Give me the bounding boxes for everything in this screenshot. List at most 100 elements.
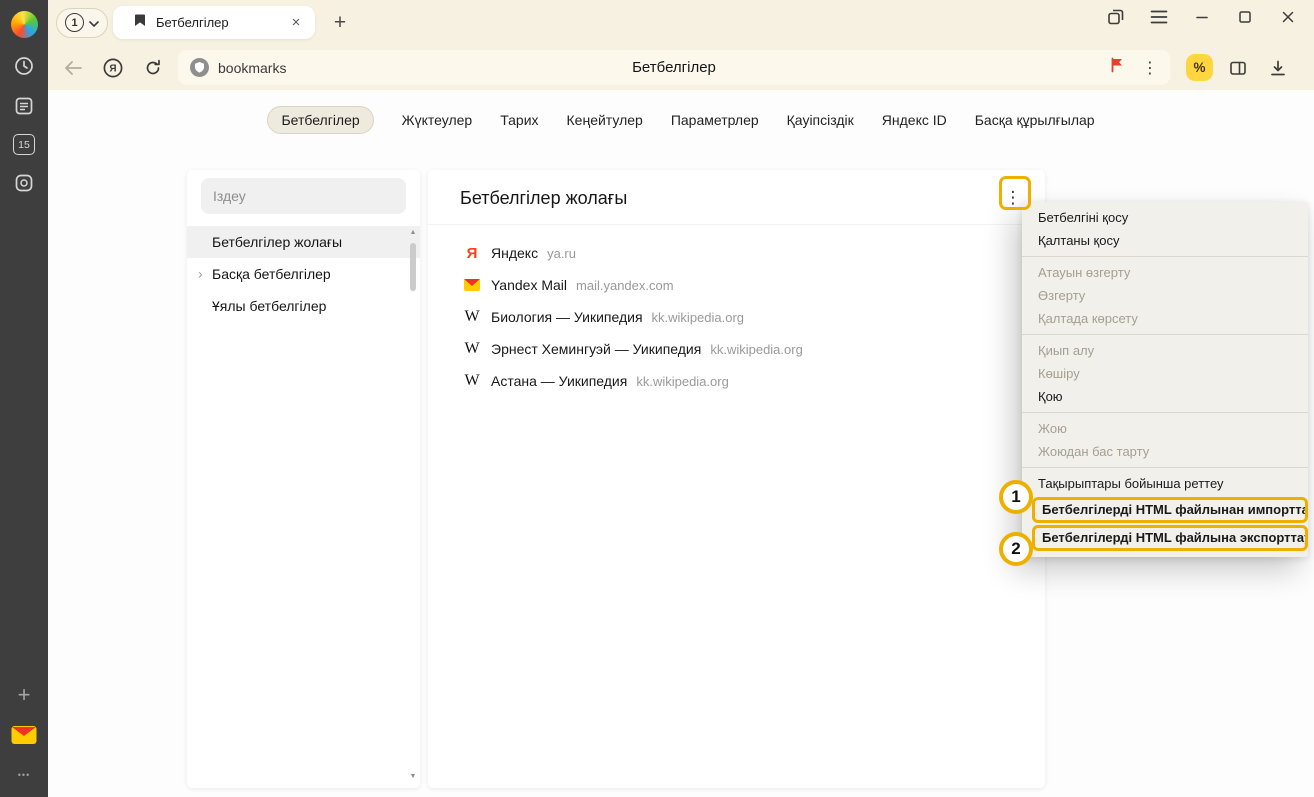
folder-item-other-bookmarks[interactable]: › Басқа бетбелгілер (187, 258, 420, 290)
calendar-day: 15 (18, 139, 30, 151)
browser-tab-bookmarks[interactable]: Бетбелгілер × (113, 6, 315, 39)
browser-logo-icon[interactable] (11, 11, 38, 38)
browser-toolbar: Я bookmarks Бетбелгілер ⋮ % (48, 45, 1314, 90)
url-text: bookmarks (218, 60, 286, 76)
screenshot-icon[interactable] (11, 171, 37, 195)
tab-close-icon[interactable]: × (287, 14, 305, 31)
address-bar[interactable]: bookmarks Бетбелгілер ⋮ (178, 50, 1170, 85)
window-controls (1106, 7, 1298, 27)
sidebar-add-icon[interactable]: + (11, 683, 37, 707)
protect-shield-icon[interactable] (190, 58, 209, 77)
bookmark-url: kk.wikipedia.org (636, 374, 729, 389)
plus-percent-icon[interactable]: % (1186, 54, 1213, 81)
sidebar-more-icon[interactable]: ••• (11, 763, 37, 787)
wikipedia-favicon: W (462, 372, 482, 390)
svg-text:Я: Я (109, 63, 116, 74)
search-input[interactable] (201, 178, 406, 214)
annotation-step-1: 1 (999, 480, 1033, 514)
menu-item-cut[interactable]: Қиып алу (1022, 339, 1308, 362)
folder-label: Басқа бетбелгілер (212, 266, 331, 282)
menu-item-add-folder[interactable]: Қалтаны қосу (1022, 229, 1308, 252)
folder-label: Бетбелгілер жолағы (212, 234, 342, 250)
folder-item-mobile-bookmarks[interactable]: Ұялы бетбелгілер (187, 290, 420, 322)
menu-item-add-bookmark[interactable]: Бетбелгіні қосу (1022, 206, 1308, 229)
bookmarks-panel: Бетбелгілер жолағы ⋮ Я Яндекс ya.ru Yand… (428, 170, 1045, 788)
scroll-down-icon[interactable]: ▼ (410, 772, 417, 782)
menu-item-delete[interactable]: Жою (1022, 417, 1308, 440)
chevron-down-icon (89, 14, 99, 32)
menu-item-edit[interactable]: Өзгерту (1022, 284, 1308, 307)
bookmark-list: Я Яндекс ya.ru Yandex Mail mail.yandex.c… (428, 225, 1045, 397)
mail-icon[interactable] (11, 723, 37, 747)
menu-group: Тақырыптары бойынша реттеу Бетбелгілерді… (1022, 468, 1308, 557)
main-menu-icon[interactable] (1149, 7, 1169, 27)
scrollbar[interactable]: ▲ ▼ (407, 228, 419, 782)
menu-item-paste[interactable]: Қою (1022, 385, 1308, 408)
menu-item-import-html[interactable]: Бетбелгілерді HTML файлынан импорттау (1032, 497, 1308, 523)
bookmark-url: ya.ru (547, 246, 576, 261)
address-more-icon[interactable]: ⋮ (1142, 58, 1158, 78)
side-panel-icon[interactable] (1221, 51, 1255, 85)
address-bar-right: ⋮ (1110, 57, 1158, 78)
tab-security[interactable]: Қауіпсіздік (787, 107, 854, 133)
scroll-thumb[interactable] (410, 243, 416, 291)
tab-counter[interactable]: 1 (56, 8, 108, 38)
bookmark-flag-icon[interactable] (1110, 57, 1124, 78)
tabs-overview-icon[interactable] (1106, 7, 1126, 27)
back-icon[interactable] (56, 51, 90, 85)
bookmark-row[interactable]: Я Яндекс ya.ru (462, 237, 1045, 269)
minimize-button[interactable] (1192, 7, 1212, 27)
menu-item-copy[interactable]: Көшіру (1022, 362, 1308, 385)
maximize-button[interactable] (1235, 7, 1255, 27)
wikipedia-favicon: W (462, 340, 482, 358)
tab-downloads[interactable]: Жүктеулер (402, 107, 473, 133)
menu-item-sort-by-title[interactable]: Тақырыптары бойынша реттеу (1022, 472, 1308, 495)
bookmark-name: Астана — Уикипедия (491, 373, 627, 389)
folder-label: Ұялы бетбелгілер (212, 298, 326, 314)
bookmark-row[interactable]: Yandex Mail mail.yandex.com (462, 269, 1045, 301)
tab-other-devices[interactable]: Басқа құрылғылар (975, 107, 1095, 133)
tab-settings[interactable]: Параметрлер (671, 107, 759, 133)
download-icon[interactable] (1261, 51, 1295, 85)
chevron-right-icon[interactable]: › (198, 267, 203, 281)
settings-nav: Бетбелгілер Жүктеулер Тарих Кеңейтулер П… (48, 106, 1314, 134)
tab-count-badge: 1 (65, 13, 84, 32)
wikipedia-favicon: W (462, 308, 482, 326)
scroll-up-icon[interactable]: ▲ (410, 228, 417, 238)
menu-item-undo-delete[interactable]: Жоюдан бас тарту (1022, 440, 1308, 463)
tab-title: Бетбелгілер (156, 15, 229, 30)
menu-group: Жою Жоюдан бас тарту (1022, 413, 1308, 468)
folder-item-bookmarks-bar[interactable]: Бетбелгілер жолағы (187, 226, 420, 258)
annotation-highlight-more-menu (999, 176, 1031, 210)
tab-history[interactable]: Тарих (500, 107, 538, 133)
tab-bookmarks[interactable]: Бетбелгілер (267, 106, 373, 134)
refresh-icon[interactable] (136, 51, 170, 85)
history-icon[interactable] (11, 54, 37, 78)
address-page-title: Бетбелгілер (632, 59, 716, 76)
folders-panel: Бетбелгілер жолағы › Басқа бетбелгілер Ұ… (187, 170, 420, 788)
menu-item-show-in-folder[interactable]: Қалтада көрсету (1022, 307, 1308, 330)
bookmark-url: mail.yandex.com (576, 278, 674, 293)
close-button[interactable] (1278, 7, 1298, 27)
context-menu: Бетбелгіні қосу Қалтаны қосу Атауын өзге… (1022, 202, 1308, 557)
annotation-step-2: 2 (999, 532, 1033, 566)
menu-item-export-html[interactable]: Бетбелгілерді HTML файлына экспорттау (1032, 525, 1308, 551)
tab-bar: 1 Бетбелгілер × + (48, 0, 1314, 45)
tab-extensions[interactable]: Кеңейтулер (567, 107, 643, 133)
calendar-icon[interactable]: 15 (13, 134, 35, 155)
bookmarks-header: Бетбелгілер жолағы ⋮ (428, 170, 1045, 225)
bookmark-row[interactable]: W Астана — Уикипедия kk.wikipedia.org (462, 365, 1045, 397)
yandex-button-icon[interactable]: Я (96, 51, 130, 85)
bookmark-row[interactable]: W Биология — Уикипедия kk.wikipedia.org (462, 301, 1045, 333)
tab-yandex-id[interactable]: Яндекс ID (882, 107, 947, 133)
app-sidebar: 15 + ••• (0, 0, 48, 797)
notes-icon[interactable] (11, 94, 37, 118)
tab-favicon-bookmark-icon (133, 13, 147, 32)
bookmark-row[interactable]: W Эрнест Хемингуэй — Уикипедия kk.wikipe… (462, 333, 1045, 365)
bookmark-url: kk.wikipedia.org (710, 342, 803, 357)
menu-item-rename[interactable]: Атауын өзгерту (1022, 261, 1308, 284)
bookmark-name: Эрнест Хемингуэй — Уикипедия (491, 341, 701, 357)
bookmark-name: Биология — Уикипедия (491, 309, 643, 325)
new-tab-button[interactable]: + (328, 11, 352, 35)
bookmark-name: Yandex Mail (491, 277, 567, 293)
